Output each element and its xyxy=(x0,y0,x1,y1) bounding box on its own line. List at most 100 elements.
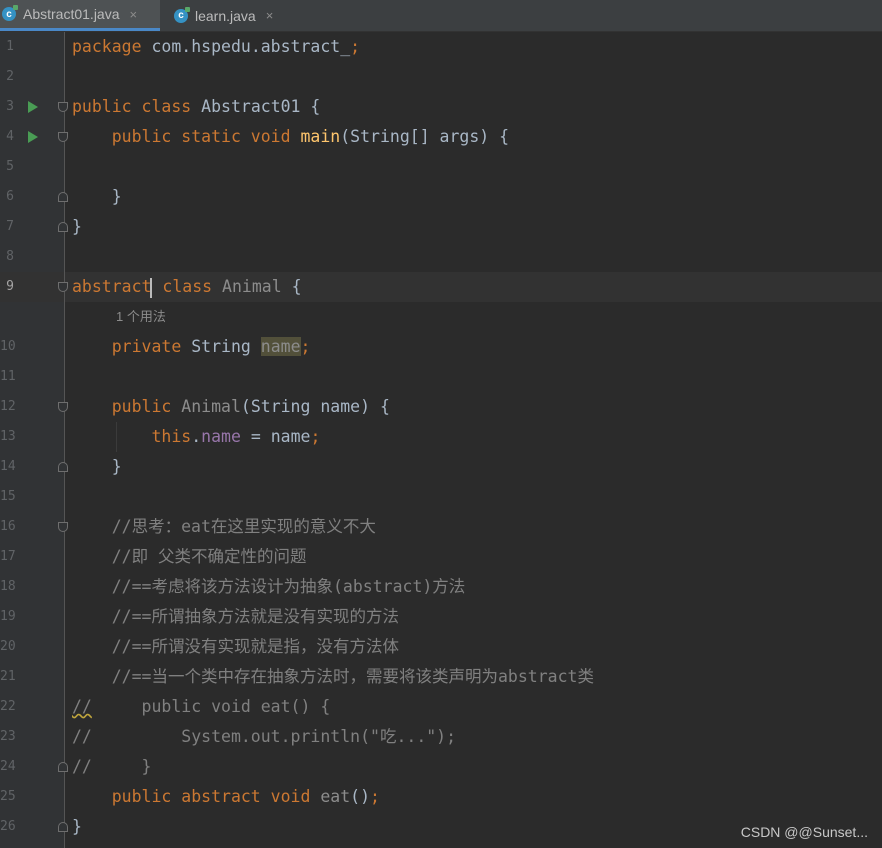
code-line-10: private String name; xyxy=(72,332,310,362)
tab-label: Abstract01.java xyxy=(23,6,120,22)
line-number[interactable]: 5 xyxy=(0,152,14,182)
gutter-divider xyxy=(64,32,65,848)
line-number[interactable]: 20 xyxy=(0,632,16,662)
fold-icon[interactable] xyxy=(58,522,68,532)
line-number[interactable]: 13 xyxy=(0,422,16,452)
method-name: eat xyxy=(310,787,351,806)
usage-inlay-hint[interactable]: 1 个用法 xyxy=(116,306,166,325)
keyword-token: package xyxy=(72,37,142,56)
keyword-token: public class xyxy=(72,97,192,116)
comment-text: public void eat() { xyxy=(91,697,331,716)
java-class-icon: c xyxy=(2,5,18,21)
comment-line-23: // System.out.println("吃..."); xyxy=(72,727,457,746)
comment-line-22: // public void eat() { xyxy=(72,692,330,722)
run-class-icon[interactable] xyxy=(28,101,38,113)
code-line-3: public class Abstract01 { xyxy=(72,92,320,122)
code-text: () xyxy=(350,787,371,806)
method-name: main xyxy=(290,127,341,146)
fold-icon[interactable] xyxy=(58,192,68,202)
comment-line-20: //==所谓没有实现就是指，没有方法体 xyxy=(72,637,399,656)
line-number[interactable]: 19 xyxy=(0,602,16,632)
semicolon-token: ; xyxy=(310,427,321,446)
semicolon-token: ; xyxy=(300,337,311,356)
keyword-token: public abstract void xyxy=(72,787,311,806)
tab-label: learn.java xyxy=(195,7,256,24)
line-number[interactable]: 18 xyxy=(0,572,16,602)
line-number[interactable]: 2 xyxy=(0,62,14,92)
code-line-1: package com.hspedu.abstract_; xyxy=(72,32,360,62)
keyword-token: abstract xyxy=(72,277,152,296)
line-number[interactable]: 3 xyxy=(0,92,14,122)
code-text: { xyxy=(281,277,302,296)
comment-line-24: // } xyxy=(72,757,152,776)
line-number[interactable]: 23 xyxy=(0,722,16,752)
code-line-25: public abstract void eat(); xyxy=(72,782,380,812)
close-icon[interactable]: × xyxy=(130,7,138,22)
code-text: = name xyxy=(240,427,311,446)
code-line-7: } xyxy=(72,217,82,236)
fold-icon[interactable] xyxy=(58,462,68,472)
java-class-icon: c xyxy=(174,6,190,23)
code-line-6: } xyxy=(72,187,122,206)
keyword-token: public static void xyxy=(72,127,291,146)
comment-line-16: //思考：eat在这里实现的意义不大 xyxy=(72,517,376,536)
comment-line-21: //==当一个类中存在抽象方法时，需要将该类声明为abstract类 xyxy=(72,667,594,686)
comment-line-18: //==考虑将该方法设计为抽象(abstract)方法 xyxy=(72,577,466,596)
line-number[interactable]: 6 xyxy=(0,182,14,212)
line-number[interactable]: 16 xyxy=(0,512,16,542)
line-number[interactable]: 10 xyxy=(0,332,16,362)
code-text: . xyxy=(191,427,202,446)
package-name: com.hspedu.abstract_ xyxy=(141,37,351,56)
comment-marker: // xyxy=(72,697,92,716)
comment-line-17: //即 父类不确定性的问题 xyxy=(72,547,307,566)
code-line-12: public Animal(String name) { xyxy=(72,392,390,422)
run-main-icon[interactable] xyxy=(28,131,38,143)
line-number[interactable]: 24 xyxy=(0,752,16,782)
semicolon-token: ; xyxy=(350,37,361,56)
close-icon[interactable]: × xyxy=(266,8,274,23)
line-number[interactable]: 21 xyxy=(0,662,16,692)
code-text: (String[] args) { xyxy=(340,127,510,146)
semicolon-token: ; xyxy=(370,787,380,806)
fold-icon[interactable] xyxy=(58,132,68,142)
class-name: Abstract01 { xyxy=(191,97,321,116)
code-line-4: public static void main(String[] args) { xyxy=(72,122,509,152)
field-name: name xyxy=(201,427,241,446)
line-number-current[interactable]: 9 xyxy=(0,272,14,302)
line-number[interactable]: 22 xyxy=(0,692,16,722)
line-number[interactable]: 1 xyxy=(0,32,14,62)
line-number[interactable]: 8 xyxy=(0,242,14,272)
field-name-highlighted: name xyxy=(260,337,301,356)
code-text: (String name) { xyxy=(240,397,390,416)
line-number[interactable]: 12 xyxy=(0,392,16,422)
class-name: Animal xyxy=(212,277,282,296)
code-line-13: this.name = name; xyxy=(72,422,320,452)
type-name: String xyxy=(181,337,261,356)
fold-icon[interactable] xyxy=(58,222,68,232)
fold-icon[interactable] xyxy=(58,282,68,292)
line-number[interactable]: 15 xyxy=(0,482,16,512)
tab-learn-java[interactable]: c learn.java × xyxy=(172,0,292,31)
keyword-token: this xyxy=(72,427,192,446)
line-number[interactable]: 11 xyxy=(0,362,16,392)
fold-icon[interactable] xyxy=(58,762,68,772)
line-number[interactable]: 7 xyxy=(0,212,14,242)
line-number[interactable]: 26 xyxy=(0,812,16,842)
fold-icon[interactable] xyxy=(58,822,68,832)
line-number[interactable]: 17 xyxy=(0,542,16,572)
keyword-token: public xyxy=(72,397,172,416)
code-line-14: } xyxy=(72,457,122,476)
keyword-token: private xyxy=(72,337,182,356)
line-number[interactable]: 4 xyxy=(0,122,14,152)
tab-abstract01-java[interactable]: c Abstract01.java × xyxy=(0,0,160,31)
code-line-9: abstract class Animal { xyxy=(72,272,302,302)
line-number[interactable]: 25 xyxy=(0,782,16,812)
editor-tab-bar: c Abstract01.java × c learn.java × xyxy=(0,0,882,32)
fold-icon[interactable] xyxy=(58,102,68,112)
keyword-token: class xyxy=(152,277,213,296)
watermark: CSDN @@Sunset... xyxy=(740,824,868,840)
constructor-name: Animal xyxy=(171,397,241,416)
line-number[interactable]: 14 xyxy=(0,452,16,482)
fold-icon[interactable] xyxy=(58,402,68,412)
code-line-26: } xyxy=(72,817,82,836)
